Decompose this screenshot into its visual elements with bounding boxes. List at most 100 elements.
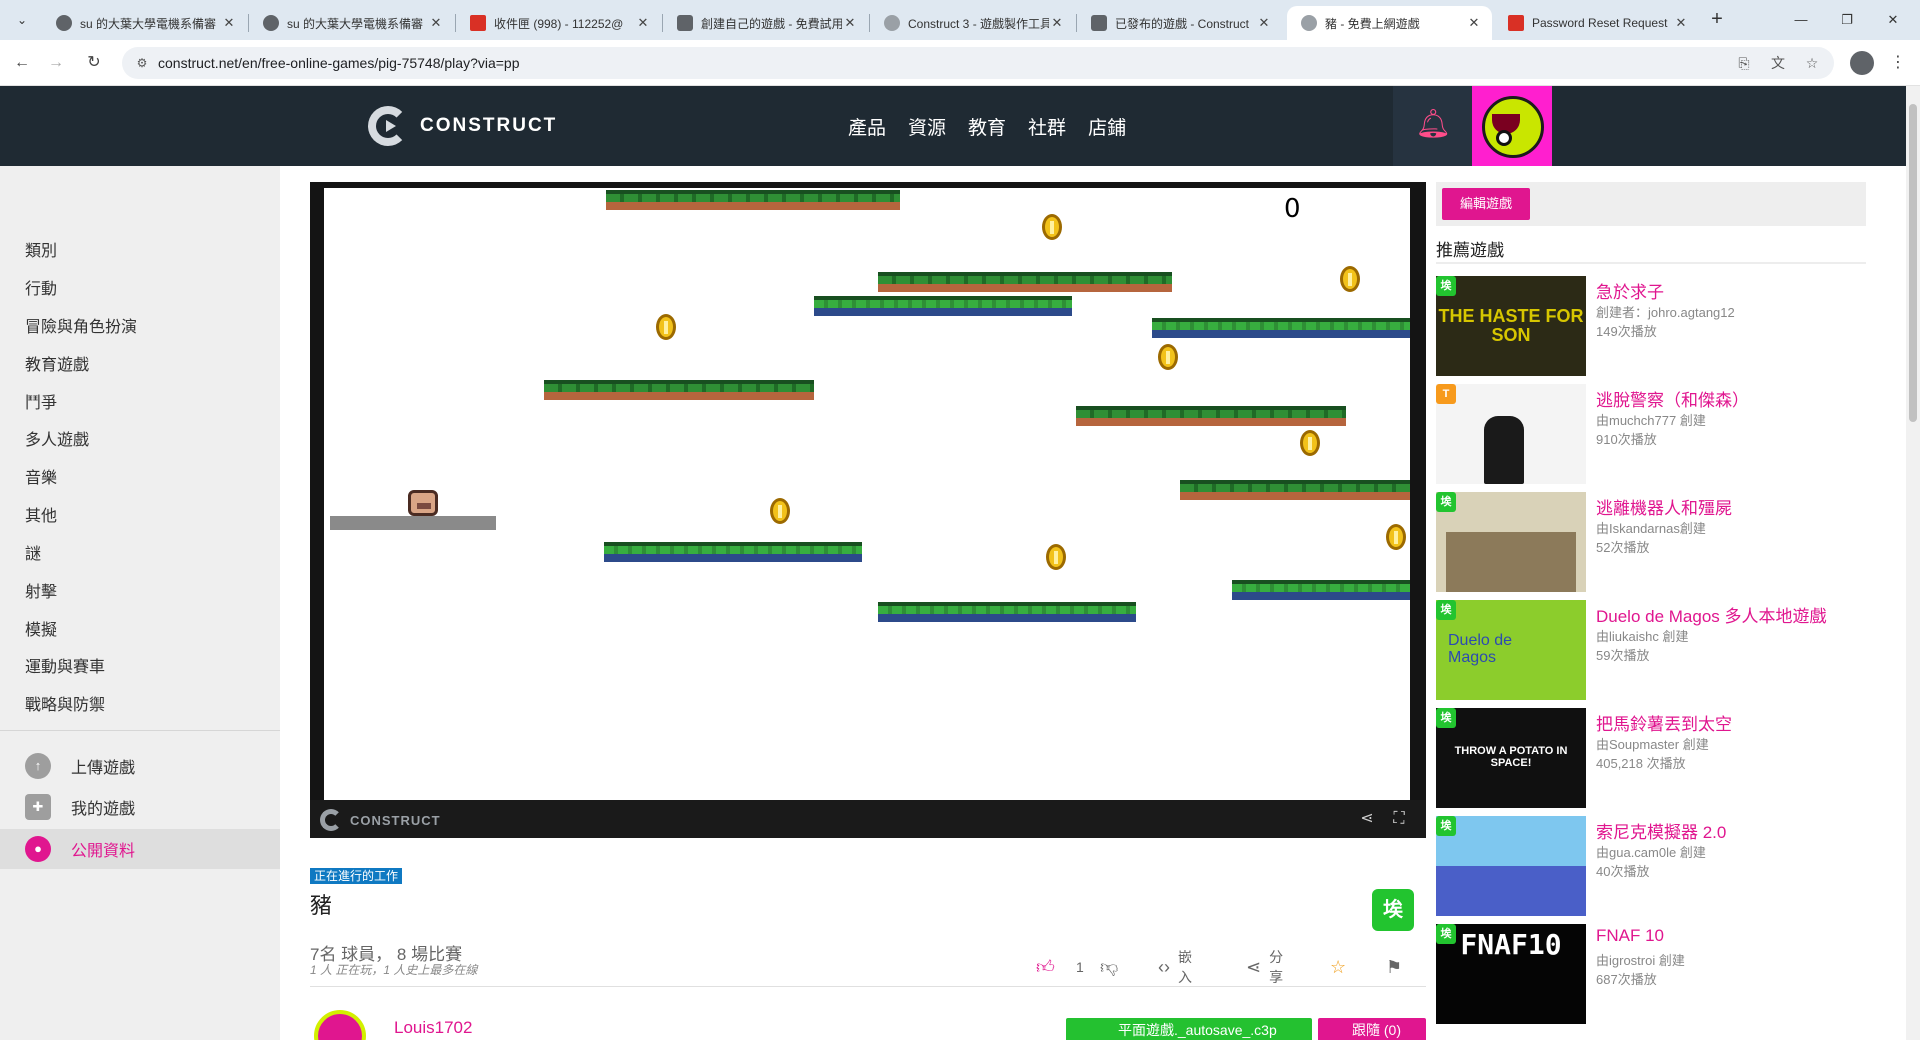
recommended-item[interactable]: 埃 逃離機器人和殭屍 由Iskandarnas創建 52次播放 <box>1436 492 1866 596</box>
like-count: 1 <box>1076 959 1084 975</box>
recommended-game-name[interactable]: Duelo de Magos 多人本地遊戲 <box>1596 602 1827 627</box>
menu-kebab-icon[interactable]: ⋮ <box>1886 51 1910 75</box>
browser-tab[interactable]: Password Reset Request ✕ <box>1494 6 1699 40</box>
browser-tab[interactable]: 收件匣 (998) - 112252@ ✕ <box>456 6 661 40</box>
game-thumbnail[interactable]: 埃 <box>1436 816 1586 916</box>
sidebar-link-upload[interactable]: ↑ 上傳遊戲 <box>0 746 280 786</box>
notifications-button[interactable]: 🔔︎ <box>1393 86 1472 166</box>
forward-icon[interactable]: → <box>44 51 68 75</box>
category-adventure-rpg[interactable]: 冒險與角色扮演 <box>25 313 137 337</box>
dislike-button[interactable]: 👎︎ <box>1100 954 1126 980</box>
url-text[interactable]: construct.net/en/free-online-games/pig-7… <box>158 47 520 79</box>
close-icon[interactable]: ✕ <box>635 15 651 31</box>
recommended-item[interactable]: 埃 索尼克模擬器 2.0 由gua.cam0le 創建 40次播放 <box>1436 816 1866 920</box>
game-thumbnail[interactable]: FNAF10 埃 <box>1436 924 1586 1024</box>
share-icon[interactable]: ⋖ <box>1356 808 1378 830</box>
category-education[interactable]: 教育遊戲 <box>25 351 89 375</box>
category-heading[interactable]: 類別 <box>25 237 57 261</box>
nav-item-resources[interactable]: 資源 <box>908 113 946 140</box>
close-icon[interactable]: ✕ <box>842 15 858 31</box>
browser-tab[interactable]: Construct 3 - 遊戲製作工具 ✕ <box>870 6 1075 40</box>
author-avatar[interactable] <box>314 1010 366 1040</box>
favorite-button[interactable]: ☆ <box>1330 954 1354 980</box>
main-nav: 產品 資源 教育 社群 店鋪 <box>848 86 1148 166</box>
browser-tab[interactable]: 創建自己的遊戲 - 免費試用 ✕ <box>663 6 868 40</box>
sidebar-link-profile[interactable]: ● 公開資料 <box>0 829 280 869</box>
bookmark-star-icon[interactable]: ☆ <box>1802 53 1822 73</box>
close-icon[interactable]: ✕ <box>1466 15 1482 31</box>
report-button[interactable]: ⚑ <box>1386 954 1410 980</box>
restore-icon[interactable]: ❐ <box>1824 0 1870 40</box>
page-scrollbar[interactable] <box>1906 86 1920 1040</box>
back-icon[interactable]: ← <box>10 51 34 75</box>
close-icon[interactable]: ✕ <box>428 15 444 31</box>
browser-tab[interactable]: 已發布的遊戲 - Construct ✕ <box>1077 6 1282 40</box>
close-icon[interactable]: ✕ <box>221 15 237 31</box>
follow-button[interactable]: 跟隨 (0) <box>1318 1018 1426 1040</box>
nav-item-education[interactable]: 教育 <box>968 113 1006 140</box>
recommended-item[interactable]: Duelo de Magos 埃 Duelo de Magos 多人本地遊戲 由… <box>1436 600 1866 704</box>
category-action[interactable]: 行動 <box>25 275 57 299</box>
recommended-game-author: 由Soupmaster 創建 <box>1596 737 1709 752</box>
category-simulation[interactable]: 模擬 <box>25 616 57 640</box>
platform <box>1232 580 1410 600</box>
category-fighting[interactable]: 鬥爭 <box>25 389 57 413</box>
category-strategy-defense[interactable]: 戰略與防禦 <box>25 691 105 715</box>
browser-tab[interactable]: su 的大葉大學電機系備審 ✕ <box>249 6 454 40</box>
game-type-badge: 埃 <box>1372 889 1414 931</box>
nav-item-products[interactable]: 產品 <box>848 113 886 140</box>
recommended-item[interactable]: THROW A POTATO IN SPACE! 埃 把馬鈴薯丟到太空 由Sou… <box>1436 708 1866 812</box>
category-puzzle[interactable]: 謎 <box>25 540 41 564</box>
edit-game-button[interactable]: 編輯遊戲 <box>1442 188 1530 220</box>
recommended-item[interactable]: T 逃脫警察（和傑森） 由muchch777 創建 910次播放 <box>1436 384 1866 488</box>
reload-icon[interactable]: ↻ <box>82 51 106 75</box>
category-other[interactable]: 其他 <box>25 502 57 526</box>
recommended-game-name[interactable]: 索尼克模擬器 2.0 <box>1596 818 1726 843</box>
install-app-icon[interactable]: ⎘ <box>1734 53 1754 73</box>
new-tab-icon[interactable]: + <box>1705 8 1729 32</box>
nav-item-community[interactable]: 社群 <box>1028 113 1066 140</box>
url-omnibox[interactable]: ⚙ construct.net/en/free-online-games/pig… <box>122 47 1834 79</box>
gamepad-icon: ✚ <box>25 794 51 820</box>
game-canvas[interactable]: 0 <box>324 188 1410 800</box>
category-music[interactable]: 音樂 <box>25 464 57 488</box>
game-thumbnail[interactable]: Duelo de Magos 埃 <box>1436 600 1586 700</box>
scrollbar-thumb[interactable] <box>1909 104 1917 422</box>
recommended-game-name[interactable]: 急於求子 <box>1596 278 1664 303</box>
translate-icon[interactable]: 文 <box>1768 53 1788 73</box>
game-thumbnail[interactable]: THE HASTE FOR SON 埃 <box>1436 276 1586 376</box>
share-button[interactable]: ⋖ 分享 <box>1246 949 1283 985</box>
sidebar-link-my-games[interactable]: ✚ 我的遊戲 <box>0 787 280 827</box>
fullscreen-icon[interactable]: ⛶ <box>1388 808 1410 830</box>
game-thumbnail[interactable]: 埃 <box>1436 492 1586 592</box>
embed-button[interactable]: ‹› 嵌入 <box>1158 949 1192 985</box>
close-icon[interactable]: ✕ <box>1256 15 1272 31</box>
user-avatar[interactable] <box>1472 86 1552 166</box>
browser-tab[interactable]: su 的大葉大學電機系備審 ✕ <box>42 6 247 40</box>
author-name[interactable]: Louis1702 <box>394 1018 472 1038</box>
close-icon[interactable]: ✕ <box>1673 15 1689 31</box>
like-button[interactable]: 👍︎ <box>1036 954 1063 980</box>
download-project-button[interactable]: 平面遊戲._autosave_.c3p <box>1066 1018 1312 1040</box>
category-multiplayer[interactable]: 多人遊戲 <box>25 426 89 450</box>
site-header: CONSTRUCT 產品 資源 教育 社群 店鋪 🔔︎ <box>0 86 1906 166</box>
browser-tab-active[interactable]: 豬 - 免費上網遊戲 ✕ <box>1287 6 1492 40</box>
category-sports-racing[interactable]: 運動與賽車 <box>25 653 105 677</box>
nav-item-store[interactable]: 店鋪 <box>1088 113 1126 140</box>
close-window-icon[interactable]: ✕ <box>1870 0 1916 40</box>
close-icon[interactable]: ✕ <box>1049 15 1065 31</box>
recommended-game-name[interactable]: 逃脫警察（和傑森） <box>1596 386 1749 411</box>
minimize-icon[interactable]: — <box>1778 0 1824 40</box>
recommended-game-name[interactable]: FNAF 10 <box>1596 926 1664 946</box>
recommended-game-name[interactable]: 把馬鈴薯丟到太空 <box>1596 710 1732 735</box>
profile-avatar-icon[interactable] <box>1850 51 1874 75</box>
game-thumbnail[interactable]: THROW A POTATO IN SPACE! 埃 <box>1436 708 1586 808</box>
construct-logo[interactable]: CONSTRUCT <box>368 106 557 146</box>
recommended-game-name[interactable]: 逃離機器人和殭屍 <box>1596 494 1732 519</box>
game-thumbnail[interactable]: T <box>1436 384 1586 484</box>
recommended-item[interactable]: FNAF10 埃 FNAF 10 由igrostroi 創建 687次播放 <box>1436 924 1866 1028</box>
category-shooting[interactable]: 射擊 <box>25 578 57 602</box>
site-settings-icon[interactable]: ⚙ <box>132 53 152 73</box>
tab-search-icon[interactable]: ⌄ <box>10 8 34 32</box>
recommended-item[interactable]: THE HASTE FOR SON 埃 急於求子 創建者：johro.agtan… <box>1436 276 1866 380</box>
